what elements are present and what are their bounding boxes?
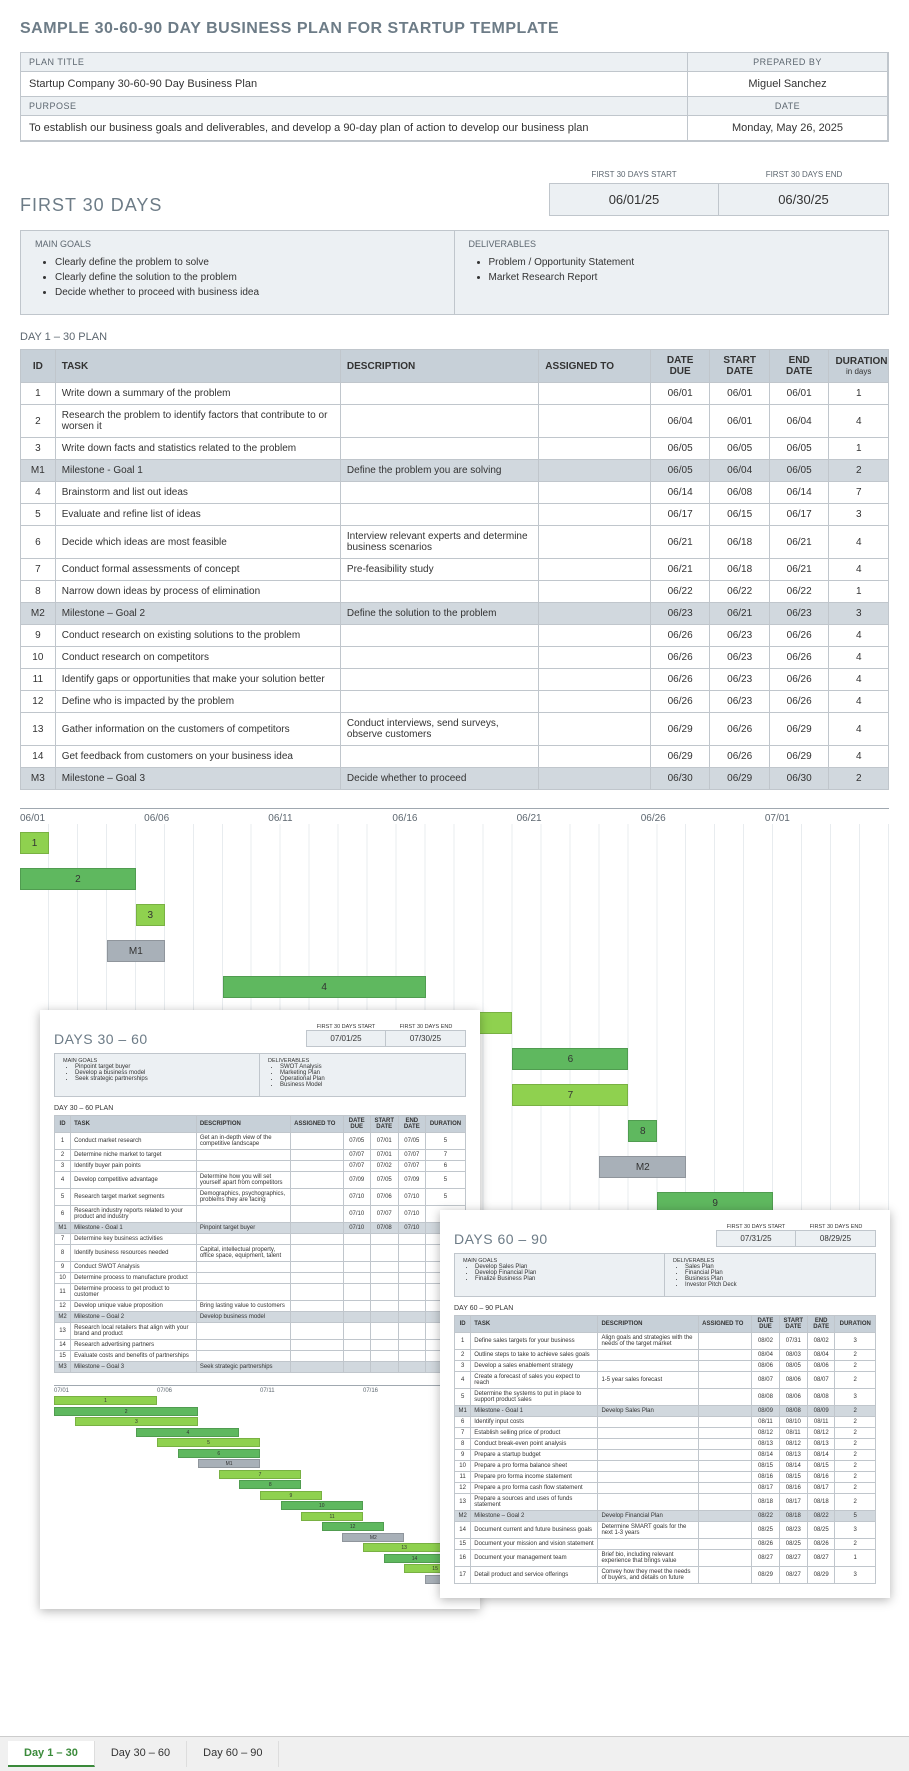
table-row: 1Write down a summary of the problem06/0… xyxy=(21,383,889,405)
list-item: Market Research Report xyxy=(489,270,875,285)
sheet-tab[interactable]: Day 30 – 60 xyxy=(95,1741,187,1767)
prepared-by-value: Miguel Sanchez xyxy=(688,72,887,96)
table-row: 14Get feedback from customers on your bu… xyxy=(21,746,889,768)
sheet-tabs: Day 1 – 30Day 30 – 60Day 60 – 90 xyxy=(0,1736,909,1771)
ov2-start: 07/31/25 xyxy=(716,1230,796,1247)
table-row: 6Decide which ideas are most feasibleInt… xyxy=(21,526,889,559)
th-desc: DESCRIPTION xyxy=(340,350,538,383)
sheet-tab[interactable]: Day 1 – 30 xyxy=(8,1741,95,1767)
end-label: FIRST 30 DAYS END xyxy=(719,170,889,183)
th-sd: START DATE xyxy=(710,350,770,383)
start-label: FIRST 30 DAYS START xyxy=(549,170,719,183)
list-item: Finalize Business Plan xyxy=(475,1276,656,1282)
date-label: DATE xyxy=(688,97,887,115)
header-grid: PLAN TITLE PREPARED BY Startup Company 3… xyxy=(20,52,889,142)
gantt-bar: M2 xyxy=(599,1156,686,1178)
th-ed: END DATE xyxy=(769,350,829,383)
list-item: Decide whether to proceed with business … xyxy=(55,285,440,300)
list-item: Clearly define the problem to solve xyxy=(55,255,440,270)
purpose-value: To establish our business goals and deli… xyxy=(21,116,687,140)
gantt-bar: 8 xyxy=(628,1120,657,1142)
table-row: 3Write down facts and statistics related… xyxy=(21,438,889,460)
start-date: 06/01/25 xyxy=(549,183,719,216)
table-row: M3Milestone – Goal 3Decide whether to pr… xyxy=(21,768,889,790)
main-goals-box: MAIN GOALS Clearly define the problem to… xyxy=(20,230,455,315)
prepared-by-label: PREPARED BY xyxy=(688,53,887,71)
ov1-start: 07/01/25 xyxy=(306,1030,386,1047)
ov1-table: IDTASKDESCRIPTIONASSIGNED TO DATE DUESTA… xyxy=(54,1115,466,1373)
table-row: 13Gather information on the customers of… xyxy=(21,713,889,746)
th-id: ID xyxy=(21,350,56,383)
th-due: DATE DUE xyxy=(650,350,710,383)
th-asg: ASSIGNED TO xyxy=(539,350,651,383)
th-dur: DURATIONin days xyxy=(829,350,889,383)
list-item: Investor Pitch Deck xyxy=(685,1282,867,1288)
doc-title: SAMPLE 30-60-90 DAY BUSINESS PLAN FOR ST… xyxy=(20,20,889,38)
table-row: 5Evaluate and refine list of ideas06/170… xyxy=(21,504,889,526)
table-row: M1Milestone - Goal 1Define the problem y… xyxy=(21,460,889,482)
gantt-bar: 6 xyxy=(512,1048,628,1070)
table-row: 4Brainstorm and list out ideas06/1406/08… xyxy=(21,482,889,504)
gantt-bar: 7 xyxy=(512,1084,628,1106)
table-row: 12Define who is impacted by the problem0… xyxy=(21,691,889,713)
ov2-title: DAYS 60 – 90 xyxy=(454,1231,716,1247)
gantt-bar: 4 xyxy=(223,976,426,998)
gantt-bar: M1 xyxy=(107,940,165,962)
section-title: FIRST 30 DAYS xyxy=(20,195,549,216)
table-row: 9Conduct research on existing solutions … xyxy=(21,625,889,647)
list-item: Seek strategic partnerships xyxy=(75,1076,251,1082)
table-row: M2Milestone – Goal 2Define the solution … xyxy=(21,603,889,625)
sheet-tab[interactable]: Day 60 – 90 xyxy=(187,1741,279,1767)
gantt-bar: 1 xyxy=(20,832,49,854)
table-row: 10Conduct research on competitors06/2606… xyxy=(21,647,889,669)
ov1-end: 07/30/25 xyxy=(386,1030,466,1047)
plan-title-value: Startup Company 30-60-90 Day Business Pl… xyxy=(21,72,687,96)
list-item: Problem / Opportunity Statement xyxy=(489,255,875,270)
plan-table: ID TASK DESCRIPTION ASSIGNED TO DATE DUE… xyxy=(20,349,889,790)
date-value: Monday, May 26, 2025 xyxy=(688,116,887,140)
list-item: Business Model xyxy=(280,1082,457,1088)
deliverables-label: DELIVERABLES xyxy=(469,239,875,249)
ov2-end: 08/29/25 xyxy=(796,1230,876,1247)
end-date: 06/30/25 xyxy=(719,183,889,216)
table-row: 7Conduct formal assessments of conceptPr… xyxy=(21,559,889,581)
deliverables-box: DELIVERABLES Problem / Opportunity State… xyxy=(455,230,890,315)
gantt-bar: 2 xyxy=(20,868,136,890)
table-row: 8Narrow down ideas by process of elimina… xyxy=(21,581,889,603)
ov1-title: DAYS 30 – 60 xyxy=(54,1031,306,1047)
list-item: Clearly define the solution to the probl… xyxy=(55,270,440,285)
table-row: 11Identify gaps or opportunities that ma… xyxy=(21,669,889,691)
overlay-days-30-60: FIRST 30 DAYS STARTFIRST 30 DAYS END DAY… xyxy=(40,1010,480,1609)
plan-table-title: DAY 1 – 30 PLAN xyxy=(20,331,889,343)
main-goals-label: MAIN GOALS xyxy=(35,239,440,249)
ov1-plan-title: DAY 30 – 60 PLAN xyxy=(54,1105,466,1112)
purpose-label: PURPOSE xyxy=(21,97,687,115)
th-task: TASK xyxy=(55,350,340,383)
gantt-bar: 3 xyxy=(136,904,165,926)
overlay-days-60-90: FIRST 30 DAYS STARTFIRST 30 DAYS END DAY… xyxy=(440,1210,890,1598)
ov2-plan-title: DAY 60 – 90 PLAN xyxy=(454,1305,876,1312)
ov2-table: IDTASKDESCRIPTIONASSIGNED TO DATE DUESTA… xyxy=(454,1315,876,1584)
plan-title-label: PLAN TITLE xyxy=(21,53,687,71)
table-row: 2Research the problem to identify factor… xyxy=(21,405,889,438)
